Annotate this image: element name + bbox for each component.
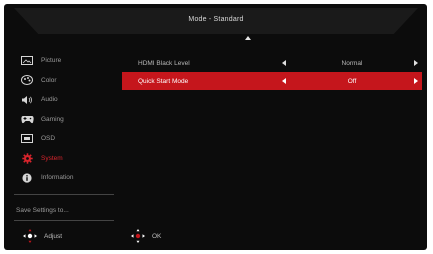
system-gear-icon [20, 153, 34, 164]
sidebar-item-picture[interactable]: Picture [14, 51, 116, 71]
osd-icon [20, 134, 34, 144]
sidebar-item-label: Audio [41, 96, 58, 104]
arrow-left-icon[interactable] [282, 78, 286, 84]
sidebar-item-label: Information [41, 174, 74, 182]
sidebar-item-label: Gaming [41, 115, 64, 123]
sidebar: Picture Color Audio Gaming OSD System In… [14, 51, 116, 188]
arrow-left-icon[interactable] [282, 60, 286, 66]
sidebar-item-color[interactable]: Color [14, 71, 116, 91]
color-icon [20, 75, 34, 86]
page-title: Mode - Standard [188, 16, 244, 23]
save-settings-item[interactable]: Save Settings to... [16, 207, 69, 214]
footer-adjust: Adjust [22, 228, 62, 244]
sidebar-item-information[interactable]: Information [14, 168, 116, 188]
sidebar-item-system[interactable]: System [14, 149, 116, 169]
sidebar-item-label: OSD [41, 135, 56, 143]
sidebar-item-label: Color [41, 76, 57, 84]
osd-menu: Mode - Standard Picture Color Audio Gami… [4, 4, 427, 250]
sidebar-item-audio[interactable]: Audio [14, 90, 116, 110]
arrow-right-icon[interactable] [414, 60, 418, 66]
dpad-center-icon [130, 228, 146, 244]
sidebar-item-osd[interactable]: OSD [14, 129, 116, 149]
footer-adjust-label: Adjust [44, 232, 63, 240]
arrow-right-icon[interactable] [414, 78, 418, 84]
setting-row-quick-start-mode[interactable]: Quick Start Mode Off [122, 72, 422, 90]
footer-ok: OK [130, 228, 161, 244]
setting-label: Quick Start Mode [138, 77, 189, 85]
gaming-icon [20, 114, 34, 124]
header-bar: Mode - Standard [14, 8, 418, 34]
info-icon [20, 173, 34, 183]
divider [14, 194, 114, 195]
sidebar-item-gaming[interactable]: Gaming [14, 110, 116, 130]
setting-row-hdmi-black-level[interactable]: HDMI Black Level Normal [122, 54, 422, 72]
divider [14, 220, 114, 221]
dpad-left-right-icon [22, 228, 38, 244]
settings-panel: HDMI Black Level Normal Quick Start Mode… [122, 54, 422, 90]
footer-ok-label: OK [152, 232, 162, 240]
picture-icon [20, 56, 34, 66]
setting-value: Off [347, 77, 357, 85]
sidebar-item-label: Picture [41, 57, 62, 65]
setting-label: HDMI Black Level [138, 59, 190, 67]
setting-value: Normal [341, 59, 363, 67]
sidebar-item-label: System [41, 154, 63, 162]
scroll-up-icon[interactable] [245, 36, 251, 40]
audio-icon [20, 95, 34, 105]
